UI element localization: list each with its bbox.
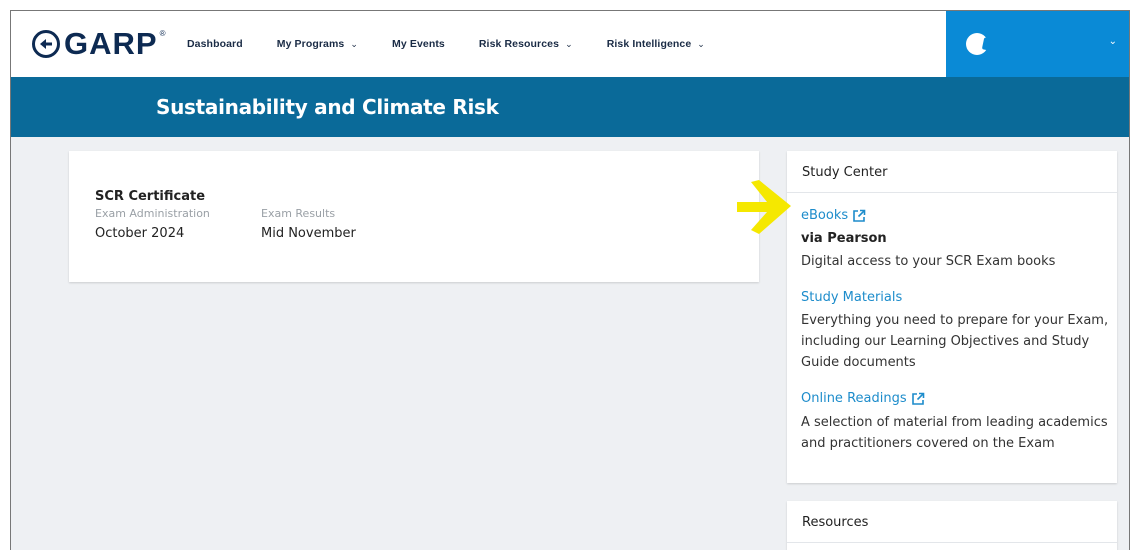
garp-logo-icon bbox=[32, 30, 60, 58]
nav-my-programs[interactable]: My Programs ⌄ bbox=[277, 38, 358, 50]
chevron-down-icon: ⌄ bbox=[697, 38, 705, 49]
garp-logo[interactable]: GARP ® bbox=[31, 26, 166, 61]
exam-results-label: Exam Results bbox=[261, 207, 336, 220]
certificate-title: SCR Certificate bbox=[95, 189, 206, 204]
nav-risk-intelligence[interactable]: Risk Intelligence ⌄ bbox=[607, 38, 705, 50]
nav-my-events[interactable]: My Events bbox=[392, 38, 445, 50]
online-readings-link-label: Online Readings bbox=[801, 391, 907, 406]
online-readings-description-line: and practitioners covered on the Exam bbox=[801, 436, 1055, 451]
resources-heading: Resources bbox=[802, 515, 869, 530]
nav-my-events-label: My Events bbox=[392, 38, 445, 50]
chevron-down-icon: ⌄ bbox=[1108, 36, 1117, 47]
ebooks-link-label: eBooks bbox=[801, 208, 849, 223]
app-frame: GARP ® Dashboard My Programs ⌄ My Events… bbox=[10, 10, 1130, 550]
exam-results-value: Mid November bbox=[261, 226, 356, 241]
nav-dashboard[interactable]: Dashboard bbox=[187, 38, 243, 50]
nav-dashboard-label: Dashboard bbox=[187, 38, 243, 50]
online-readings-link[interactable]: Online Readings bbox=[801, 391, 925, 406]
study-center-heading: Study Center bbox=[802, 165, 888, 180]
certificate-card: SCR Certificate Exam Administration Octo… bbox=[69, 151, 759, 282]
study-materials-description-line: Everything you need to prepare for your … bbox=[801, 313, 1109, 328]
nav-risk-intelligence-label: Risk Intelligence bbox=[606, 38, 692, 50]
study-center-card: Study Center eBooks via Pearson Digital … bbox=[787, 151, 1117, 483]
logo-text: GARP bbox=[64, 26, 158, 61]
page-title: Sustainability and Climate Risk bbox=[156, 95, 499, 119]
ebooks-link[interactable]: eBooks bbox=[801, 208, 866, 223]
nav-my-programs-label: My Programs bbox=[276, 38, 345, 50]
chevron-down-icon: ⌄ bbox=[350, 38, 359, 49]
study-center-header: Study Center bbox=[787, 151, 1117, 193]
study-materials-link-label: Study Materials bbox=[801, 290, 903, 305]
study-materials-description-line: Guide documents bbox=[801, 355, 916, 370]
logo-registered-mark: ® bbox=[159, 28, 166, 38]
external-link-icon bbox=[853, 209, 866, 222]
user-menu[interactable]: ⌄ bbox=[946, 11, 1129, 77]
nav-risk-resources[interactable]: Risk Resources ⌄ bbox=[479, 38, 573, 50]
online-readings-description-line: A selection of material from leading aca… bbox=[801, 415, 1108, 430]
study-materials-description-line: including our Learning Objectives and St… bbox=[801, 334, 1090, 349]
ebooks-provider: via Pearson bbox=[801, 231, 887, 246]
exam-administration-label: Exam Administration bbox=[95, 207, 210, 220]
avatar-icon bbox=[966, 33, 988, 55]
main-nav: Dashboard My Programs ⌄ My Events Risk R… bbox=[187, 11, 739, 77]
exam-administration-value: October 2024 bbox=[95, 226, 185, 241]
resources-header: Resources bbox=[787, 501, 1117, 543]
study-materials-link[interactable]: Study Materials bbox=[801, 290, 902, 305]
external-link-icon bbox=[911, 392, 924, 405]
resources-card: Resources bbox=[787, 501, 1117, 550]
top-navigation: GARP ® Dashboard My Programs ⌄ My Events… bbox=[11, 11, 1129, 77]
nav-risk-resources-label: Risk Resources bbox=[478, 38, 560, 50]
page-banner: Sustainability and Climate Risk bbox=[11, 77, 1129, 137]
study-materials-description: Everything you need to prepare for your … bbox=[801, 310, 1111, 373]
online-readings-description: A selection of material from leading aca… bbox=[801, 412, 1111, 454]
pointer-arrow-icon bbox=[737, 180, 791, 234]
ebooks-description: Digital access to your SCR Exam books bbox=[801, 254, 1056, 269]
chevron-down-icon: ⌄ bbox=[565, 38, 573, 49]
